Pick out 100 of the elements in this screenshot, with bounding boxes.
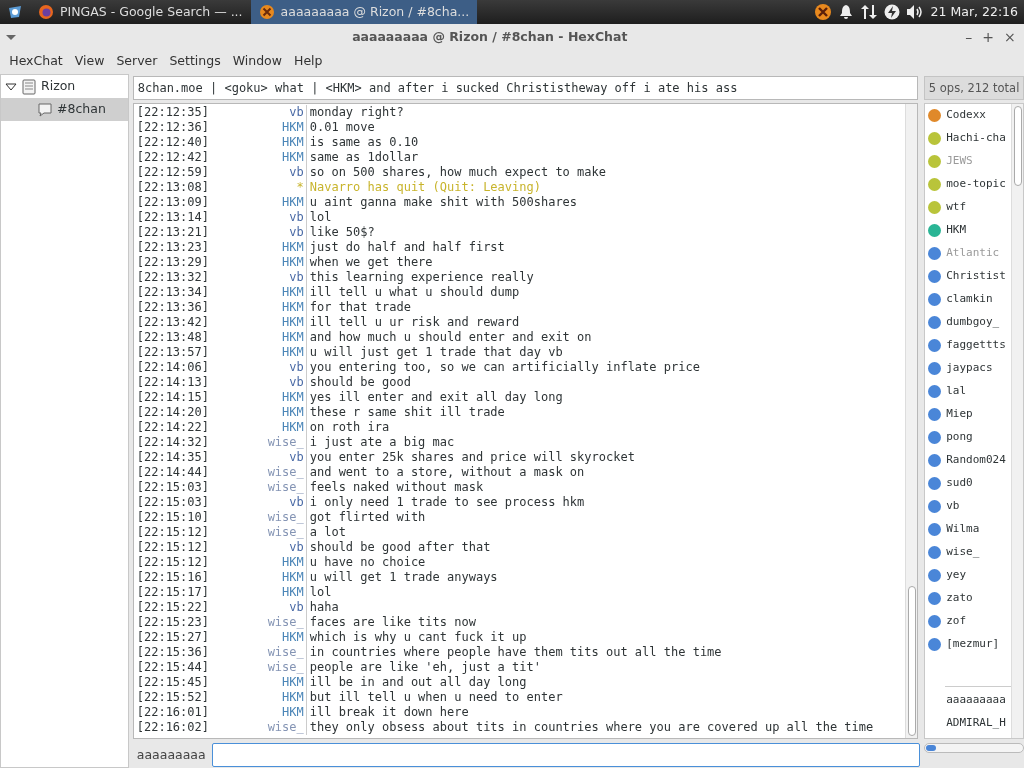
user-name[interactable]: zof: [946, 613, 967, 630]
user-name[interactable]: Miep: [946, 406, 973, 423]
timestamp: [22:13:21]: [136, 225, 210, 240]
tree-item[interactable]: #8chan: [1, 98, 128, 121]
user-name[interactable]: wtf: [946, 199, 967, 216]
nickname: vb: [259, 225, 307, 240]
nickname: HKM: [259, 555, 307, 570]
server-icon: [21, 78, 37, 95]
speaker-icon[interactable]: [906, 4, 925, 20]
message-text: u will get 1 trade anyways: [308, 570, 498, 585]
user-name[interactable]: zato: [946, 590, 973, 607]
menu-item[interactable]: HexChat: [3, 51, 69, 71]
timestamp: [22:15:36]: [136, 645, 210, 660]
timestamp: [22:13:57]: [136, 345, 210, 360]
topic-field[interactable]: 8chan.moe | <goku> what | <HKM> and after i sucked Christistheway off i ate his ass: [132, 76, 918, 100]
minimize-button[interactable]: –: [960, 27, 978, 47]
timestamp: [22:12:35]: [136, 105, 210, 120]
message-text: feels naked without mask: [308, 480, 484, 495]
timestamp: [22:12:59]: [136, 165, 210, 180]
timestamp: [22:15:27]: [136, 630, 210, 645]
timestamp: [22:15:23]: [136, 615, 210, 630]
message-text: yes ill enter and exit all day long: [308, 390, 563, 405]
timestamp: [22:13:48]: [136, 330, 210, 345]
user-name[interactable]: yey: [946, 567, 967, 584]
message-text: and how much u should enter and exit on: [308, 330, 592, 345]
message-text: you entering too, so we can artificially inflate price: [308, 360, 700, 375]
tree-item[interactable]: Rizon: [1, 75, 128, 98]
collapse-icon[interactable]: [5, 80, 17, 93]
user-name[interactable]: Hachi-cha: [946, 130, 1006, 147]
message-text: ill tell u ur risk and reward: [308, 315, 520, 330]
message-text: 0.01 move: [308, 120, 375, 135]
user-name[interactable]: faggettts: [946, 337, 1006, 354]
nickname: HKM: [259, 705, 307, 720]
timestamp: [22:15:03]: [136, 495, 210, 510]
menu-item[interactable]: Help: [288, 51, 329, 71]
user-name[interactable]: Christist: [946, 268, 1006, 285]
timestamp: [22:15:45]: [136, 675, 210, 690]
menu-item[interactable]: View: [68, 51, 111, 71]
user-name[interactable]: vb: [946, 498, 960, 515]
nickname: HKM: [259, 120, 307, 135]
message-input[interactable]: [211, 743, 921, 767]
x-circle-icon[interactable]: [814, 3, 833, 21]
bell-icon[interactable]: [838, 4, 853, 20]
nickname: HKM: [259, 150, 307, 165]
timestamp: [22:14:22]: [136, 420, 210, 435]
message-text: so on 500 shares, how much expect to make: [308, 165, 606, 180]
menu-item[interactable]: Server: [110, 51, 164, 71]
menu-item[interactable]: Window: [226, 51, 288, 71]
user-name[interactable]: clamkin: [946, 291, 993, 308]
timestamp: [22:12:42]: [136, 150, 210, 165]
message-text: when we get there: [308, 255, 433, 270]
message-text: u aint ganna make shit with 500shares: [308, 195, 578, 210]
user-name[interactable]: moe-topic: [946, 176, 1006, 193]
message-text: this learning experience really: [308, 270, 534, 285]
message-text: u have no choice: [308, 555, 426, 570]
nickname: wise_: [259, 720, 307, 735]
nickname: vb: [259, 105, 307, 120]
user-name[interactable]: jaypacs: [946, 360, 993, 377]
message-text: faces are like tits now: [308, 615, 476, 630]
user-count: 5 ops, 212 total: [924, 76, 1024, 100]
nickname: wise_: [259, 435, 307, 450]
nickname: HKM: [259, 285, 307, 300]
user-name[interactable]: aaaaaaaaa: [946, 692, 1006, 709]
user-name[interactable]: dumbgoy_: [946, 314, 1000, 331]
taskbar-button[interactable]: PINGAS - Google Search — ...: [30, 0, 251, 24]
message-text: and went to a store, without a mask on: [308, 465, 585, 480]
timestamp: [22:15:03]: [136, 480, 210, 495]
user-name[interactable]: sud0: [946, 475, 973, 492]
nickname: wise_: [259, 660, 307, 675]
timestamp: [22:15:10]: [136, 510, 210, 525]
user-name[interactable]: Random024: [946, 452, 1006, 469]
nickname: vb: [259, 375, 307, 390]
network-arrows-icon[interactable]: [859, 4, 878, 20]
user-name[interactable]: ADMIRAL_H: [946, 715, 1006, 732]
scrollbar[interactable]: [904, 104, 917, 738]
scrollbar[interactable]: [1011, 104, 1023, 738]
nickname: HKM: [259, 240, 307, 255]
close-button[interactable]: ×: [999, 27, 1021, 47]
nickname: HKM: [259, 675, 307, 690]
message-text: for that trade: [308, 300, 411, 315]
user-name[interactable]: Codexx: [946, 107, 986, 124]
timestamp: [22:14:06]: [136, 360, 210, 375]
timestamp: [22:13:42]: [136, 315, 210, 330]
nickname: wise_: [259, 525, 307, 540]
user-name[interactable]: Wilma: [946, 521, 980, 538]
user-name[interactable]: lal: [946, 383, 967, 400]
timestamp: [22:13:09]: [136, 195, 210, 210]
user-name[interactable]: [mezmur]: [946, 636, 1000, 653]
user-name[interactable]: wise_: [946, 544, 980, 561]
user-name[interactable]: HKM: [946, 222, 967, 239]
nickname-label[interactable]: aaaaaaaaa: [132, 745, 206, 765]
nickname: wise_: [259, 465, 307, 480]
taskbar-button[interactable]: aaaaaaaaa @ Rizon / #8cha...: [250, 0, 478, 24]
scrollbar[interactable]: [924, 743, 1024, 753]
menu-item[interactable]: Settings: [163, 51, 227, 71]
lightning-icon[interactable]: [883, 4, 900, 20]
timestamp: [22:13:14]: [136, 210, 210, 225]
message-text: ill tell u what u should dump: [308, 285, 520, 300]
maximize-button[interactable]: +: [977, 27, 999, 47]
user-name[interactable]: pong: [946, 429, 973, 446]
